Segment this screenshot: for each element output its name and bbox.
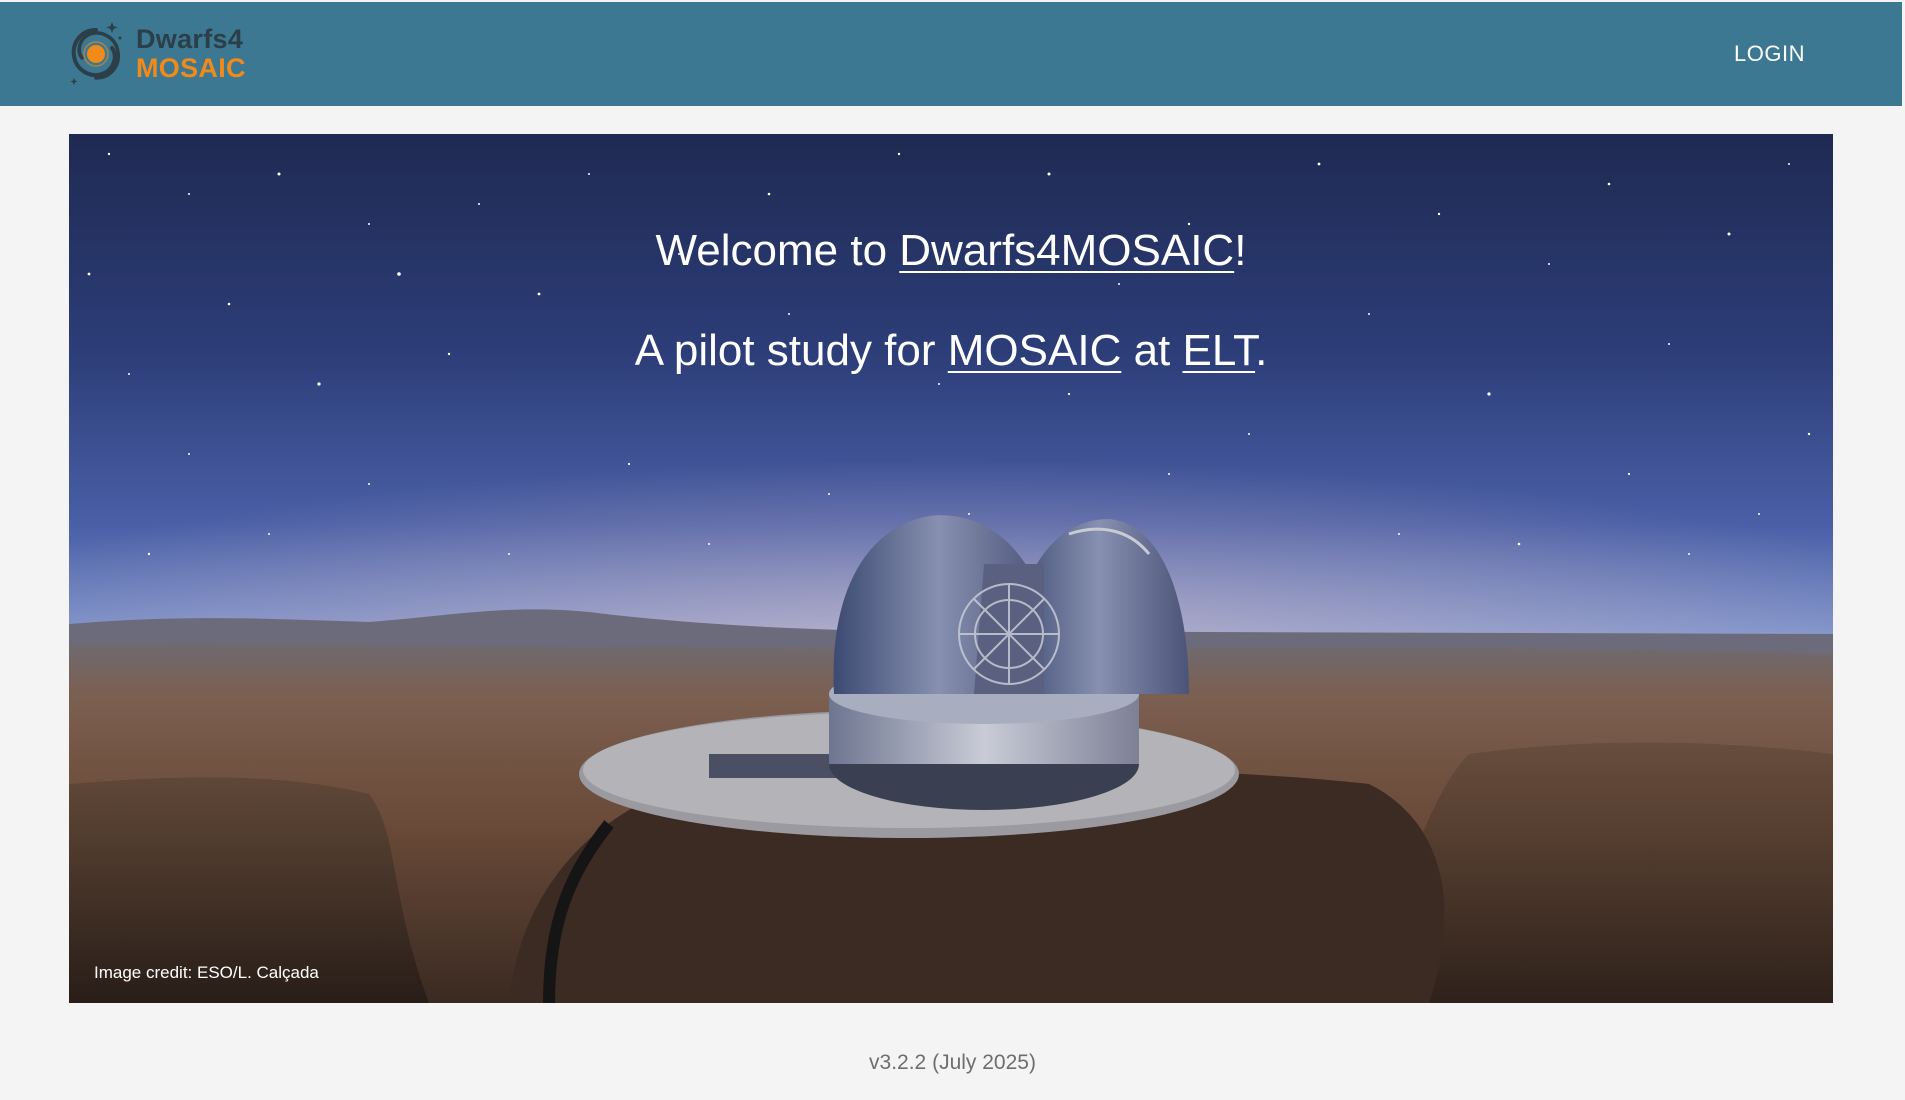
hero-banner: Welcome to Dwarfs4MOSAIC! A pilot study … xyxy=(69,134,1833,1003)
pilot-study-heading: A pilot study for MOSAIC at ELT. xyxy=(69,326,1833,376)
login-link[interactable]: LOGIN xyxy=(1734,41,1805,67)
image-credit: Image credit: ESO/L. Calçada xyxy=(94,963,319,982)
brand-wordmark: Dwarfs4 MOSAIC xyxy=(136,26,246,82)
pilot-middle: at xyxy=(1121,326,1183,375)
top-navbar: Dwarfs4 MOSAIC LOGIN xyxy=(0,2,1902,106)
dwarfs4mosaic-link[interactable]: Dwarfs4MOSAIC xyxy=(899,226,1234,275)
welcome-suffix: ! xyxy=(1234,226,1247,275)
brand-name-line1: Dwarfs4 xyxy=(136,24,244,54)
elt-link[interactable]: ELT xyxy=(1183,326,1256,375)
version-label: v3.2.2 (July 2025) xyxy=(869,1051,1036,1074)
welcome-heading: Welcome to Dwarfs4MOSAIC! xyxy=(69,226,1833,276)
brand-logo-link[interactable]: Dwarfs4 MOSAIC xyxy=(68,18,246,90)
welcome-prefix: Welcome to xyxy=(655,226,900,275)
pilot-suffix: . xyxy=(1255,326,1268,375)
spiral-galaxy-logo-icon xyxy=(70,22,122,85)
brand-name-line2: MOSAIC xyxy=(136,53,246,83)
pilot-prefix: A pilot study for xyxy=(634,326,948,375)
mosaic-link[interactable]: MOSAIC xyxy=(948,326,1122,375)
